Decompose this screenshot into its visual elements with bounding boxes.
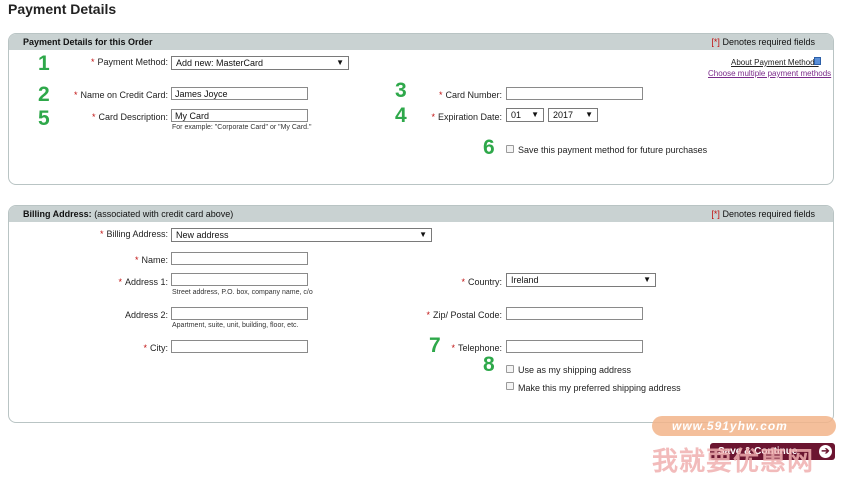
use-as-shipping-checkbox[interactable]	[506, 365, 514, 373]
payment-panel-title: Payment Details for this Order	[23, 37, 153, 47]
billing-address-label: * Billing Address:	[99, 229, 168, 239]
card-description-label: * Card Description:	[91, 112, 168, 122]
billing-name-input[interactable]	[171, 252, 308, 265]
expiration-date-label: * Expiration Date:	[431, 112, 502, 122]
annotation-number-1: 1	[38, 52, 50, 75]
address1-input[interactable]	[171, 273, 308, 286]
name-on-card-label: * Name on Credit Card:	[73, 90, 168, 100]
save-payment-method-label: Save this payment method for future purc…	[518, 145, 708, 155]
annotation-number-5: 5	[38, 107, 50, 130]
zip-input[interactable]	[506, 307, 643, 320]
address2-hint: Apartment, suite, unit, building, floor,…	[172, 322, 299, 329]
chevron-down-icon: ▼	[643, 275, 651, 284]
chevron-down-icon: ▼	[585, 110, 593, 119]
expiration-month-select[interactable]: 01 ▼	[506, 108, 544, 122]
expiration-year-select[interactable]: 2017 ▼	[548, 108, 598, 122]
annotation-number-8: 8	[483, 353, 495, 376]
billing-address-select[interactable]: New address ▼	[171, 228, 432, 242]
annotation-number-2: 2	[38, 83, 50, 106]
watermark-url-badge: www.591yhw.com	[652, 416, 836, 436]
card-number-label: * Card Number:	[438, 90, 502, 100]
watermark-text: 我就要优惠网	[652, 446, 815, 476]
name-on-card-input[interactable]	[171, 87, 308, 100]
billing-name-label: * Name:	[134, 255, 168, 265]
annotation-number-6: 6	[483, 136, 495, 159]
preferred-shipping-label: Make this my preferred shipping address	[518, 383, 681, 393]
payment-method-label: * Payment Method:	[90, 57, 168, 67]
chevron-down-icon: ▼	[531, 110, 539, 119]
page-title: Payment Details	[8, 1, 117, 17]
about-payment-methods-link[interactable]: About Payment Methods	[731, 58, 819, 67]
card-number-input[interactable]	[506, 87, 643, 100]
chevron-down-icon: ▼	[336, 58, 344, 67]
chevron-down-icon: ▼	[419, 230, 427, 239]
annotation-number-7: 7	[429, 334, 441, 357]
payment-details-panel: Payment Details for this Order [*] Denot…	[8, 33, 834, 185]
payment-method-select[interactable]: Add new: MasterCard ▼	[171, 56, 349, 70]
zip-label: * Zip/ Postal Code:	[426, 310, 502, 320]
info-icon	[814, 57, 821, 65]
payment-panel-header: Payment Details for this Order [*] Denot…	[9, 34, 833, 50]
annotation-number-4: 4	[395, 104, 407, 127]
card-description-input[interactable]	[171, 109, 308, 122]
billing-panel-header: Billing Address: (associated with credit…	[9, 206, 833, 222]
address1-label: * Address 1:	[118, 277, 168, 287]
use-as-shipping-label: Use as my shipping address	[518, 365, 632, 375]
save-payment-method-checkbox[interactable]	[506, 145, 514, 153]
country-label: * Country:	[461, 277, 502, 287]
billing-panel-title: Billing Address: (associated with credit…	[23, 209, 234, 219]
city-label: * City:	[143, 343, 168, 353]
required-fields-note: [*] Denotes required fields	[711, 209, 815, 219]
address2-label: Address 2:	[124, 310, 168, 320]
required-fields-note: [*] Denotes required fields	[711, 37, 815, 47]
telephone-input[interactable]	[506, 340, 643, 353]
city-input[interactable]	[171, 340, 308, 353]
address1-hint: Street address, P.O. box, company name, …	[172, 289, 313, 296]
country-select[interactable]: Ireland ▼	[506, 273, 656, 287]
address2-input[interactable]	[171, 307, 308, 320]
choose-multiple-payment-methods-link[interactable]: Choose multiple payment methods	[708, 69, 831, 78]
arrow-right-circle-icon: ➔	[819, 445, 832, 458]
card-description-hint: For example: "Corporate Card" or "My Car…	[172, 124, 312, 131]
annotation-number-3: 3	[395, 79, 407, 102]
preferred-shipping-checkbox[interactable]	[506, 382, 514, 390]
telephone-label: * Telephone:	[451, 343, 502, 353]
